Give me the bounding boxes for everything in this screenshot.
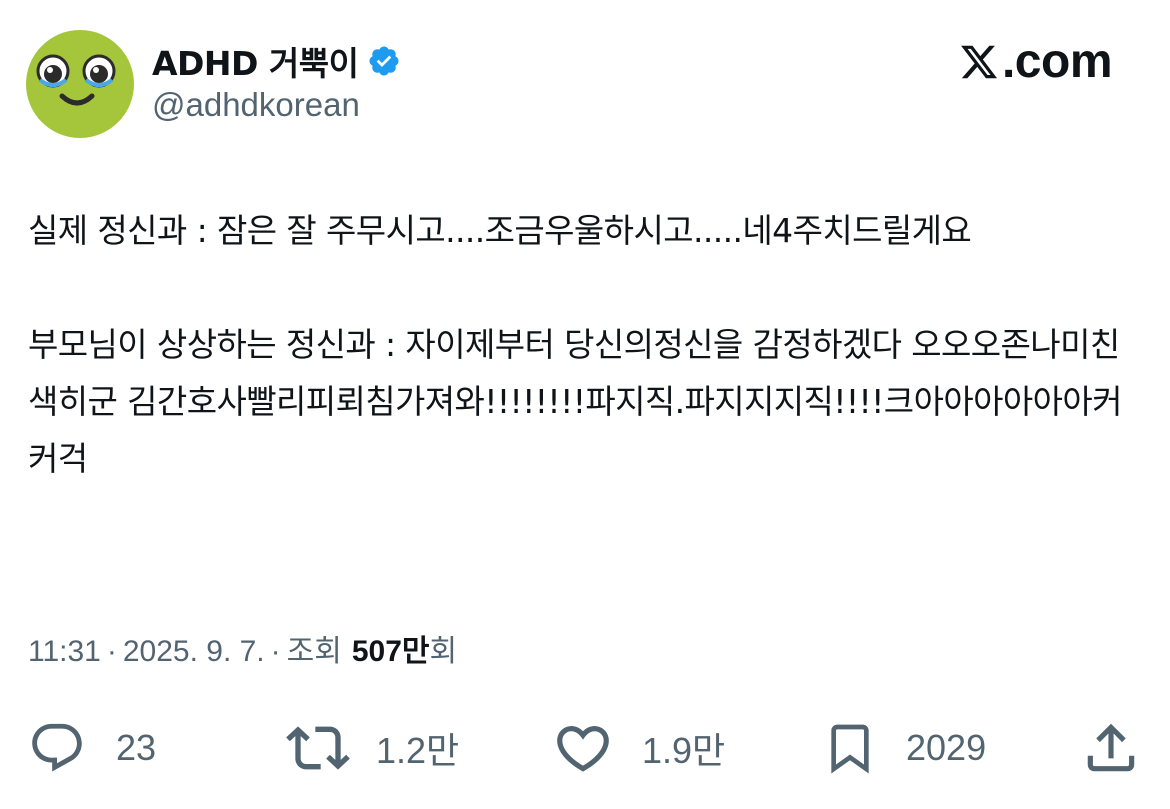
views-count: 507만 [351, 635, 430, 668]
author-handle[interactable]: @adhdkorean [152, 86, 401, 124]
avatar[interactable] [26, 30, 134, 138]
tweet-header: ADHD 거뿍이 @adhdkorean .com [26, 28, 1120, 140]
reply-count: 23 [116, 727, 157, 768]
share-icon [1087, 723, 1135, 772]
views-label: 조회 [286, 635, 342, 668]
verified-badge-icon [368, 46, 399, 76]
author-block: ADHD 거뿍이 @adhdkorean [152, 38, 401, 124]
bookmark-icon [831, 724, 869, 774]
author-name-row: ADHD 거뿍이 [152, 38, 401, 84]
bookmark-button[interactable]: 2029 [822, 716, 986, 780]
tweet-meta: 11:31 · 2025. 9. 7. · 조회 507만 회 [28, 626, 457, 670]
display-name[interactable]: ADHD 거뿍이 [152, 37, 359, 85]
brand-site-label: .com [1001, 35, 1113, 88]
reply-button[interactable]: 23 [28, 716, 156, 780]
like-count: 1.9만 [642, 730, 726, 771]
tweet-paragraph-1: 실제 정신과 : 잠은 잘 주무시고....조금우울하시고.....네4주치드릴… [28, 211, 972, 250]
retweet-button[interactable]: 1.2만 [286, 716, 459, 780]
tweet-paragraph-2: 부모님이 상상하는 정신과 : 자이제부터 당신의정신을 감정하겠다 오오오존나… [28, 325, 1122, 478]
reply-icon [32, 723, 82, 772]
bookmark-count: 2029 [906, 727, 987, 768]
heart-icon [557, 726, 609, 772]
x-logo-icon [961, 45, 998, 78]
meta-separator: · [106, 635, 117, 668]
action-bar: 23 1.2만 1.9만 2029 [28, 716, 1142, 780]
x-brand-logo: .com [958, 34, 1113, 89]
share-button[interactable] [1080, 716, 1142, 780]
tweet-text: 실제 정신과 : 잠은 잘 주무시고....조금우울하시고.....네4주치드릴… [28, 202, 1128, 487]
retweet-icon [286, 726, 350, 770]
views-suffix: 회 [429, 635, 458, 668]
retweet-count: 1.2만 [376, 730, 460, 771]
tweet-date[interactable]: 2025. 9. 7. [123, 635, 265, 669]
tweet-time[interactable]: 11:31 [28, 635, 101, 669]
meta-separator: · [270, 635, 281, 668]
like-button[interactable]: 1.9만 [552, 716, 725, 780]
